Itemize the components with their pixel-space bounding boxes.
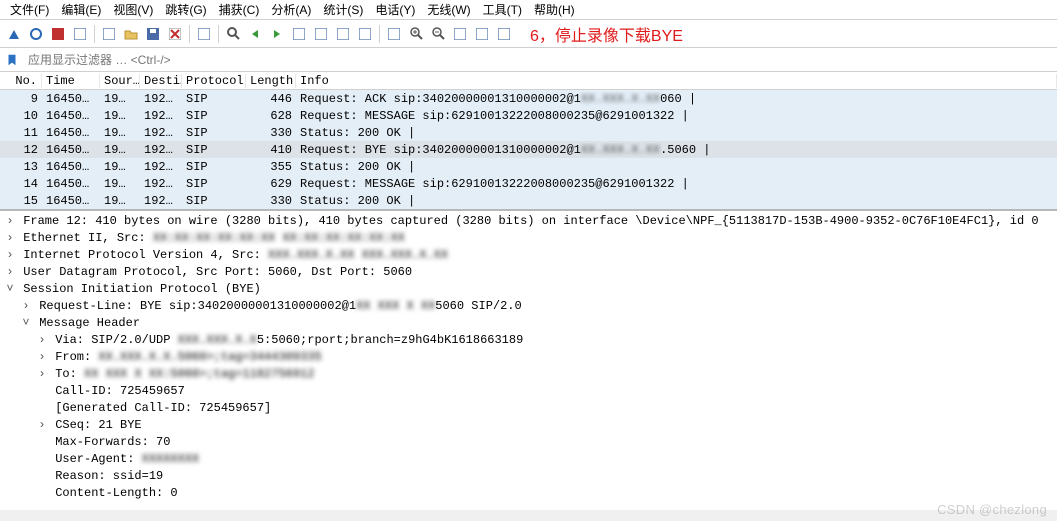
autoscroll-icon[interactable]: [355, 24, 375, 44]
tree-item[interactable]: › CSeq: 21 BYE: [4, 417, 1057, 434]
zoom-out-icon[interactable]: [428, 24, 448, 44]
tree-item[interactable]: ˅ Message Header: [4, 315, 1057, 332]
packet-details: › Frame 12: 410 bytes on wire (3280 bits…: [0, 209, 1057, 510]
col-len[interactable]: Length: [246, 74, 296, 88]
reload-icon[interactable]: [194, 24, 214, 44]
gear-icon[interactable]: [99, 24, 119, 44]
display-filter-input[interactable]: [24, 49, 1057, 71]
col-dst[interactable]: Desti…: [140, 74, 182, 88]
menu-item[interactable]: 视图(V): [107, 1, 159, 18]
tree-item[interactable]: › User Datagram Protocol, Src Port: 5060…: [4, 264, 1057, 281]
find-icon[interactable]: [223, 24, 243, 44]
tree-item[interactable]: › Internet Protocol Version 4, Src: XXX.…: [4, 247, 1057, 264]
table-row[interactable]: 1016450…19…192…SIP628Request: MESSAGE si…: [0, 107, 1057, 124]
tree-item[interactable]: Call-ID: 725459657: [4, 383, 1057, 400]
table-row[interactable]: 1416450…19…192…SIP629Request: MESSAGE si…: [0, 175, 1057, 192]
tree-item[interactable]: Reason: ssid=19: [4, 468, 1057, 485]
col-time[interactable]: Time: [42, 74, 100, 88]
bookmark-icon[interactable]: [0, 48, 24, 72]
arrow-left-icon[interactable]: [245, 24, 265, 44]
menu-item[interactable]: 文件(F): [4, 1, 55, 18]
annotation-text: 6，停止录像下载BYE: [530, 22, 683, 46]
col-info[interactable]: Info: [296, 74, 1057, 88]
col-src[interactable]: Sour…: [100, 74, 140, 88]
shark-fin-icon[interactable]: [4, 24, 24, 44]
tree-item[interactable]: › From: XX.XXX.X.X.5060>;tag=3444309335: [4, 349, 1057, 366]
resize-cols-icon[interactable]: [494, 24, 514, 44]
menu-item[interactable]: 捕获(C): [213, 1, 266, 18]
table-row[interactable]: 1316450…19…192…SIP355Status: 200 OK |: [0, 158, 1057, 175]
tree-item[interactable]: Content-Length: 0: [4, 485, 1057, 502]
tree-item[interactable]: › Ethernet II, Src: XX:XX:XX:XX:XX:XX XX…: [4, 230, 1057, 247]
zoom-fit-icon[interactable]: [472, 24, 492, 44]
arrow-right-icon[interactable]: [267, 24, 287, 44]
col-no[interactable]: No.: [0, 74, 42, 88]
tree-item[interactable]: User-Agent: XXXXXXXX: [4, 451, 1057, 468]
save-icon[interactable]: [143, 24, 163, 44]
zoom-in-icon[interactable]: [406, 24, 426, 44]
folder-open-icon[interactable]: [121, 24, 141, 44]
tree-item[interactable]: › Request-Line: BYE sip:3402000000131000…: [4, 298, 1057, 315]
menu-item[interactable]: 帮助(H): [528, 1, 581, 18]
goto-last-icon[interactable]: [333, 24, 353, 44]
menu-item[interactable]: 无线(W): [421, 1, 476, 18]
display-filter-row: [0, 48, 1057, 72]
table-row[interactable]: 1516450…19…192…SIP330Status: 200 OK |: [0, 192, 1057, 209]
tree-item[interactable]: › To: XX XXX X XX:5060>;tag=1182756912: [4, 366, 1057, 383]
menu-item[interactable]: 工具(T): [477, 1, 528, 18]
close-file-icon[interactable]: [165, 24, 185, 44]
table-row[interactable]: 1116450…19…192…SIP330Status: 200 OK |: [0, 124, 1057, 141]
packet-list-header: No. Time Sour… Desti… Protocol Length In…: [0, 72, 1057, 90]
packet-list: No. Time Sour… Desti… Protocol Length In…: [0, 72, 1057, 209]
tree-item[interactable]: [Generated Call-ID: 725459657]: [4, 400, 1057, 417]
table-row[interactable]: 1216450…19…192…SIP410Request: BYE sip:34…: [0, 141, 1057, 158]
zoom-actual-icon[interactable]: [450, 24, 470, 44]
menu-item[interactable]: 电话(Y): [369, 1, 421, 18]
stop-icon[interactable]: [48, 24, 68, 44]
tree-item[interactable]: ˅ Session Initiation Protocol (BYE): [4, 281, 1057, 298]
tree-item[interactable]: › Via: SIP/2.0/UDP XXX.XXX.X.X5:5060;rpo…: [4, 332, 1057, 349]
jump-icon[interactable]: [289, 24, 309, 44]
restart-icon[interactable]: [70, 24, 90, 44]
menu-item[interactable]: 编辑(E): [55, 1, 107, 18]
menubar: 文件(F)编辑(E)视图(V)跳转(G)捕获(C)分析(A)统计(S)电话(Y)…: [0, 0, 1057, 20]
toolbar: 6，停止录像下载BYE: [0, 20, 1057, 48]
col-proto[interactable]: Protocol: [182, 74, 246, 88]
tree-item[interactable]: › Frame 12: 410 bytes on wire (3280 bits…: [4, 213, 1057, 230]
colorize-icon[interactable]: [384, 24, 404, 44]
menu-item[interactable]: 统计(S): [317, 1, 369, 18]
tree-item[interactable]: Max-Forwards: 70: [4, 434, 1057, 451]
goto-first-icon[interactable]: [311, 24, 331, 44]
menu-item[interactable]: 分析(A): [265, 1, 317, 18]
circle-icon[interactable]: [26, 24, 46, 44]
table-row[interactable]: 916450…19…192…SIP446Request: ACK sip:340…: [0, 90, 1057, 107]
menu-item[interactable]: 跳转(G): [159, 1, 212, 18]
